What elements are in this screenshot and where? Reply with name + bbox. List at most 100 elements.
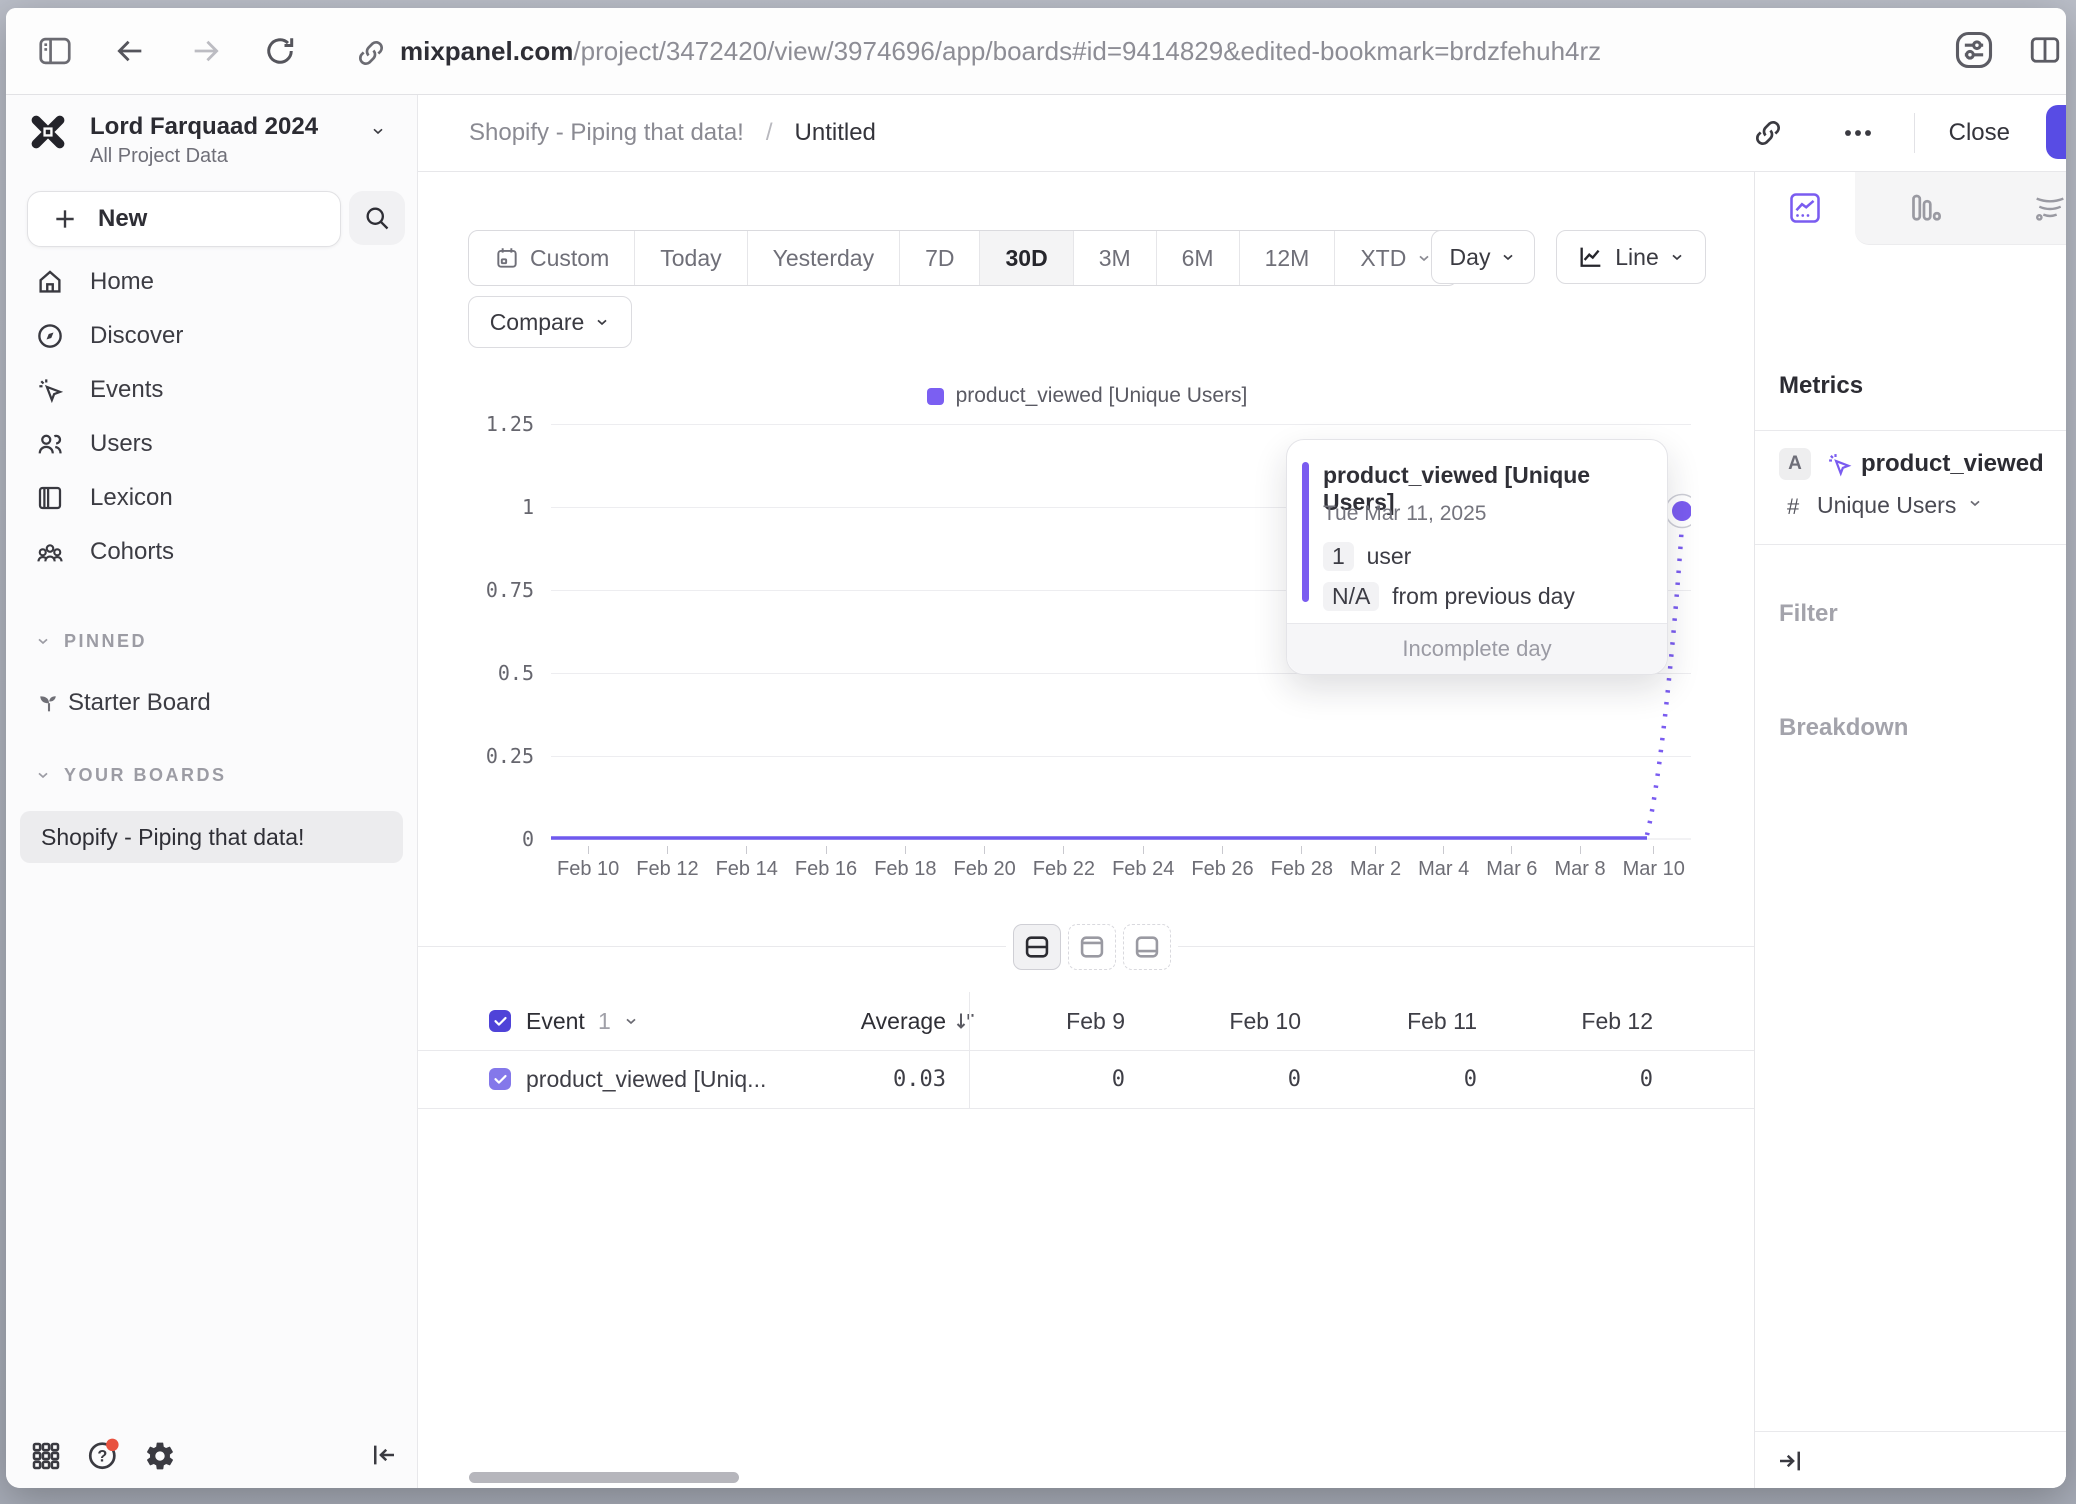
tooltip-footer: Incomplete day	[1287, 623, 1667, 674]
project-name[interactable]: Lord Farquaad 2024	[90, 113, 318, 141]
filter-section-label[interactable]: Filter	[1779, 600, 1838, 628]
metric-aggregation[interactable]: Unique Users	[1817, 492, 1956, 519]
date-range-today[interactable]: Today	[634, 231, 746, 285]
project-scope: All Project Data	[90, 145, 228, 168]
granularity-label: Day	[1450, 244, 1491, 271]
forward-icon[interactable]	[188, 34, 224, 68]
date-range-label: 12M	[1265, 245, 1310, 272]
select-all-checkbox[interactable]	[489, 1010, 511, 1032]
date-range-12m[interactable]: 12M	[1239, 231, 1335, 285]
compare-button[interactable]: Compare	[468, 296, 632, 348]
close-button[interactable]: Close	[1949, 119, 2010, 147]
browser-sidebar-toggle-icon[interactable]	[35, 32, 75, 70]
split-view-icon[interactable]	[2026, 32, 2064, 68]
sidebar-item-home[interactable]: Home	[6, 260, 417, 304]
tooltip-value-unit: user	[1367, 543, 1412, 569]
help-icon[interactable]: ?	[86, 1438, 120, 1472]
chart-type-bar-tab[interactable]	[1855, 172, 1992, 245]
chart-type-dropdown[interactable]: Line	[1556, 230, 1706, 284]
date-column-header[interactable]: Feb 10	[1145, 1008, 1321, 1035]
pinned-section-header[interactable]: PINNED	[6, 619, 417, 663]
chart-type-funnel-tab[interactable]	[1992, 172, 2066, 245]
sidebar-item-users[interactable]: Users	[6, 422, 417, 466]
sidebar-item-starter-board[interactable]: Starter Board	[6, 681, 417, 725]
event-column-header[interactable]: Event	[526, 1008, 585, 1035]
y-axis-tick: 0.5	[424, 661, 534, 685]
date-range-30d-active[interactable]: 30D	[979, 231, 1072, 285]
report-main: Custom Today Yesterday 7D 30D 3M 6M 12M …	[418, 172, 1754, 1488]
date-range-segmented-control: Custom Today Yesterday 7D 30D 3M 6M 12M …	[468, 230, 1458, 286]
chart-type-line-tab[interactable]	[1755, 172, 1855, 244]
your-boards-section-header[interactable]: YOUR BOARDS	[6, 753, 417, 797]
more-options-icon[interactable]	[1842, 117, 1874, 149]
chevron-down-icon	[35, 767, 51, 783]
date-column-header[interactable]: Feb 12	[1497, 1008, 1673, 1035]
browser-extensions-icon[interactable]	[1952, 28, 1996, 72]
sidebar-item-label: Discover	[90, 322, 183, 350]
your-boards-label: YOUR BOARDS	[64, 765, 227, 786]
layout-split-toggle[interactable]	[1013, 924, 1061, 970]
sidebar-item-cohorts[interactable]: Cohorts	[6, 530, 417, 574]
x-axis-tick: Mar 4	[1418, 846, 1469, 881]
x-axis-tick: Mar 6	[1486, 846, 1537, 881]
url-domain: mixpanel.com	[400, 36, 573, 66]
chart-legend[interactable]: product_viewed [Unique Users]	[418, 384, 1756, 408]
average-column-header[interactable]: Average	[806, 1008, 946, 1035]
url-bar[interactable]: mixpanel.com/project/3472420/view/397469…	[400, 36, 1601, 67]
sidebar-item-board-shopify[interactable]: Shopify - Piping that data!	[20, 811, 403, 863]
date-column-header[interactable]: Feb 11	[1321, 1008, 1497, 1035]
chevron-down-icon[interactable]	[1967, 495, 1983, 511]
sidebar-item-events[interactable]: Events	[6, 368, 417, 412]
date-range-3m[interactable]: 3M	[1073, 231, 1156, 285]
row-event-name: product_viewed [Uniq...	[526, 1066, 766, 1093]
date-range-yesterday[interactable]: Yesterday	[747, 231, 899, 285]
date-range-custom[interactable]: Custom	[469, 231, 634, 285]
sprout-icon	[35, 688, 65, 718]
board-header: Shopify - Piping that data! / Untitled C…	[418, 95, 2066, 172]
content-area: Shopify - Piping that data! / Untitled C…	[418, 95, 2066, 1488]
tooltip-delta: N/A	[1323, 582, 1379, 611]
search-button[interactable]	[349, 191, 405, 245]
layout-table-only-toggle[interactable]	[1123, 924, 1171, 970]
date-column-header[interactable]: Feb 9	[969, 1008, 1145, 1035]
breakdown-section-label[interactable]: Breakdown	[1779, 714, 1908, 742]
legend-label: product_viewed [Unique Users]	[956, 384, 1248, 408]
project-chevron-down-icon[interactable]	[370, 123, 386, 139]
copy-link-icon[interactable]	[1752, 117, 1784, 149]
tooltip-delta-label: from previous day	[1392, 583, 1575, 609]
date-range-label: 7D	[925, 245, 954, 272]
sidebar-item-discover[interactable]: Discover	[6, 314, 417, 358]
chevron-down-icon	[594, 314, 610, 330]
new-button[interactable]: New	[27, 191, 341, 247]
date-range-label: Today	[660, 245, 721, 272]
legend-swatch	[927, 388, 944, 405]
chevron-down-icon	[1669, 249, 1685, 265]
search-icon	[363, 204, 391, 232]
date-range-7d[interactable]: 7D	[899, 231, 979, 285]
primary-action-button-clipped[interactable]	[2046, 105, 2066, 159]
settings-gear-icon[interactable]	[144, 1440, 176, 1472]
row-checkbox[interactable]	[489, 1068, 511, 1090]
granularity-dropdown[interactable]: Day	[1431, 230, 1535, 284]
layout-chart-only-toggle[interactable]	[1068, 924, 1116, 970]
chevron-down-icon[interactable]	[623, 1013, 639, 1029]
sidebar-item-lexicon[interactable]: Lexicon	[6, 476, 417, 520]
collapse-panel-icon[interactable]	[1775, 1446, 1805, 1476]
metric-event-name[interactable]: product_viewed	[1861, 450, 2044, 478]
date-range-6m[interactable]: 6M	[1156, 231, 1239, 285]
back-icon[interactable]	[112, 34, 148, 68]
apps-grid-icon[interactable]	[30, 1440, 62, 1472]
collapse-sidebar-icon[interactable]	[369, 1440, 399, 1470]
table-row[interactable]: product_viewed [Uniq... 0.03 0 0 0 0	[418, 1050, 1754, 1109]
calendar-icon	[494, 245, 520, 271]
breadcrumb-page[interactable]: Untitled	[795, 119, 876, 147]
board-label: Shopify - Piping that data!	[41, 824, 304, 851]
row-cell-value: 0	[1145, 1067, 1321, 1092]
horizontal-scrollbar[interactable]	[469, 1472, 739, 1483]
reload-icon[interactable]	[262, 33, 298, 69]
date-range-label: 6M	[1182, 245, 1214, 272]
y-axis-tick: 1	[424, 495, 534, 519]
strip-spacer	[1755, 244, 1855, 245]
breadcrumb-board[interactable]: Shopify - Piping that data!	[469, 119, 744, 147]
app-area: Lord Farquaad 2024 All Project Data New	[6, 95, 2066, 1488]
